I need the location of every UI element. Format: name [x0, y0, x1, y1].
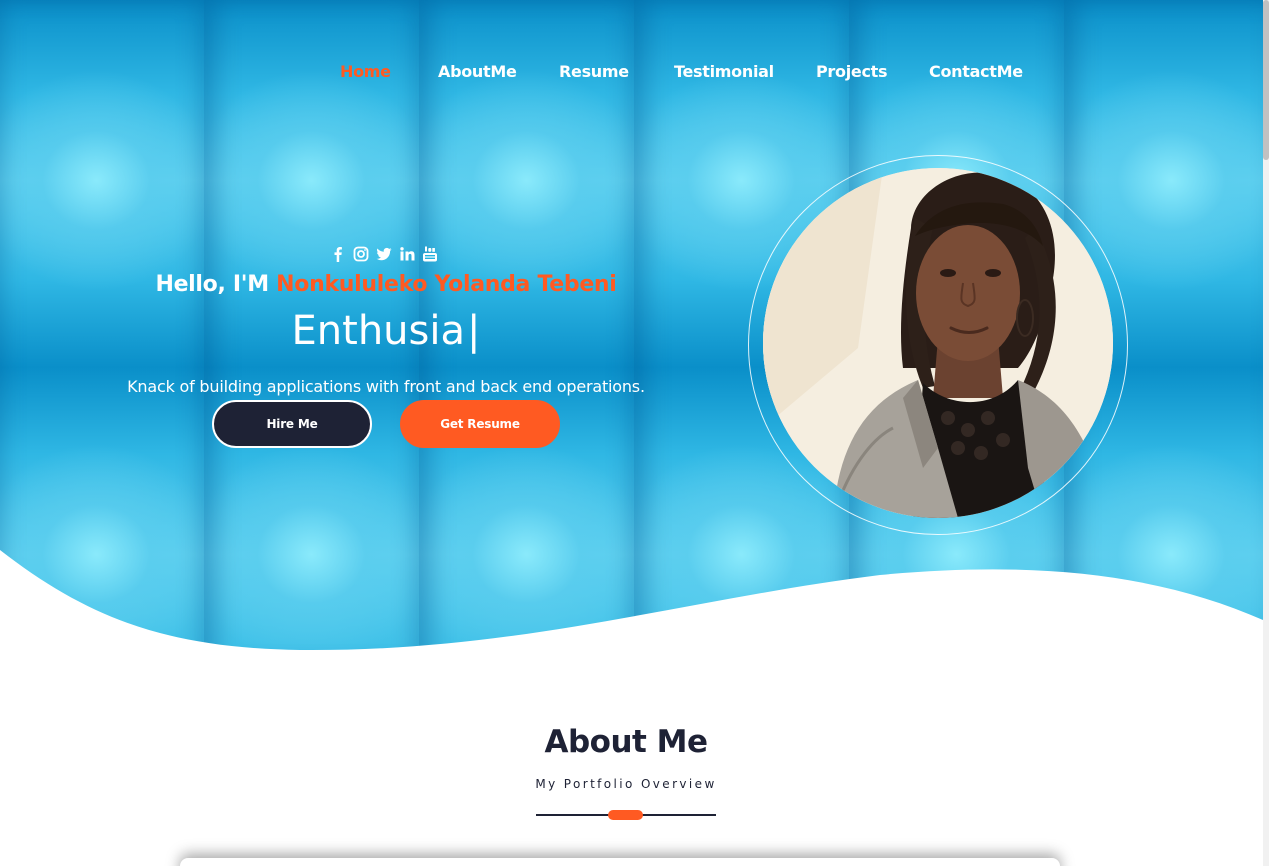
hire-me-button[interactable]: Hire Me	[212, 400, 372, 448]
youtube-icon[interactable]	[422, 246, 438, 262]
nav-aboutme-link[interactable]: AboutMe	[438, 62, 517, 81]
about-card	[180, 858, 1060, 866]
section-divider-accent	[608, 810, 643, 820]
instagram-icon[interactable]	[353, 246, 369, 262]
scrollbar-thumb[interactable]	[1263, 0, 1269, 160]
nav-projects-link[interactable]: Projects	[816, 62, 888, 81]
typing-cursor: |	[467, 308, 481, 354]
greeting-prefix: Hello, I'M	[155, 272, 277, 297]
get-resume-button[interactable]: Get Resume	[400, 400, 560, 448]
nav-testimonial-link[interactable]: Testimonial	[674, 62, 774, 81]
about-section-title: About Me	[544, 724, 708, 760]
main-nav: Home AboutMe Resume Testimonial Projects…	[0, 62, 1263, 86]
hero-name: Nonkululeko Yolanda Tebeni	[276, 272, 617, 297]
profile-photo-illustration	[763, 168, 1113, 518]
profile-photo	[763, 168, 1113, 518]
linkedin-icon[interactable]	[399, 246, 415, 262]
about-section-subtitle: My Portfolio Overview	[535, 777, 717, 791]
nav-contactme-link[interactable]: ContactMe	[929, 62, 1023, 81]
twitter-icon[interactable]	[376, 246, 392, 262]
nav-resume-link[interactable]: Resume	[559, 62, 629, 81]
facebook-icon[interactable]	[330, 246, 346, 262]
hero-tagline: Knack of building applications with fron…	[127, 377, 645, 396]
hero-section: Home AboutMe Resume Testimonial Projects…	[0, 0, 1263, 668]
social-links	[330, 245, 438, 263]
hero-greeting: Hello, I'M Nonkululeko Yolanda Tebeni	[0, 272, 772, 297]
portfolio-page: Home AboutMe Resume Testimonial Projects…	[0, 0, 1269, 866]
typed-text: Enthusia	[291, 308, 465, 354]
page-scrollbar[interactable]	[1263, 0, 1269, 866]
nav-home-link[interactable]: Home	[340, 62, 391, 81]
typed-role-text: Enthusia|	[0, 308, 772, 354]
